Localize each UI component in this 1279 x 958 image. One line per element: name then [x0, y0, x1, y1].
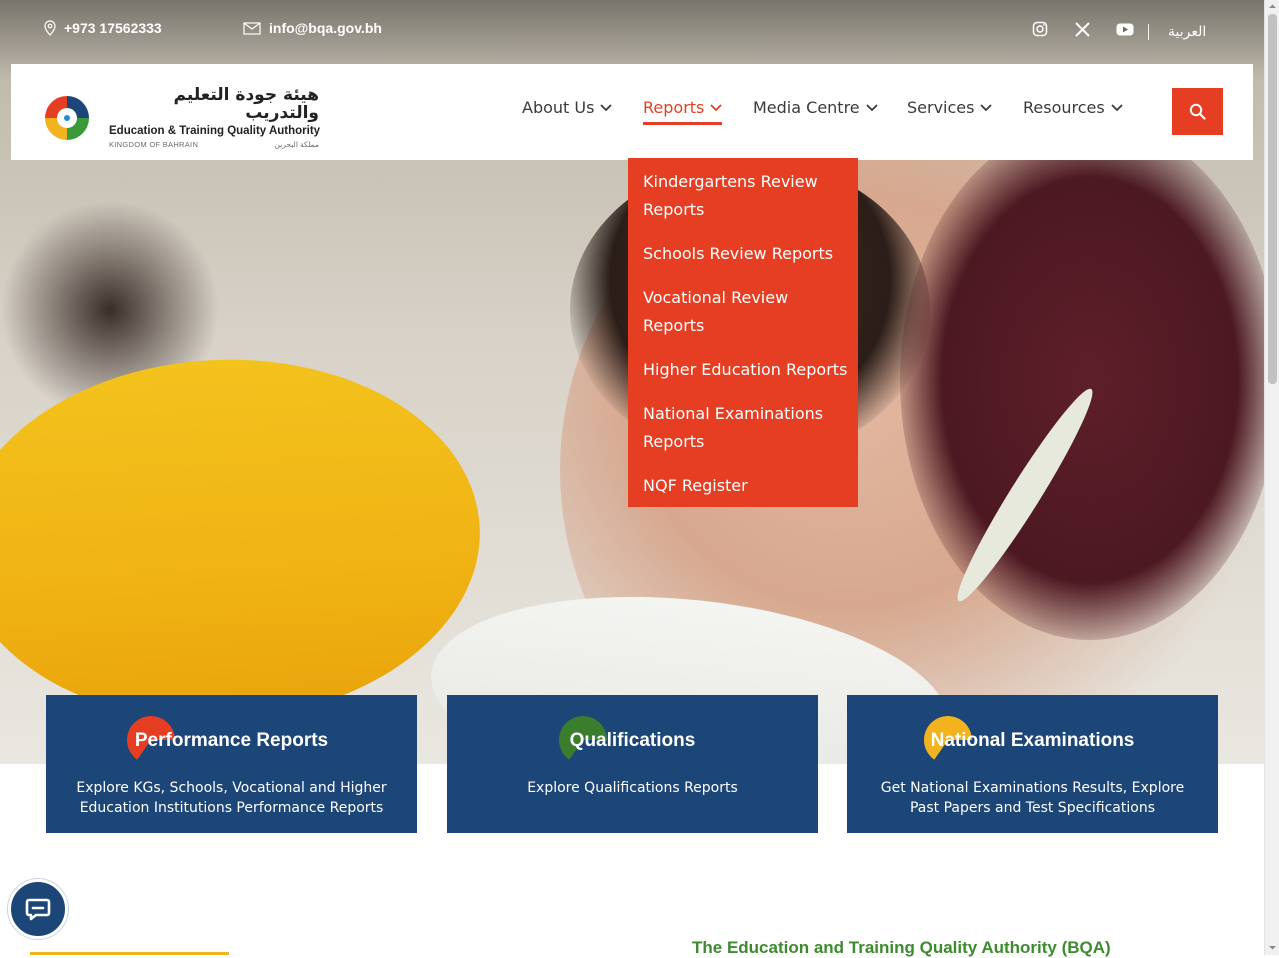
chevron-down-icon [600, 103, 613, 112]
card-national-examinations[interactable]: National Examinations Get National Exami… [847, 695, 1218, 833]
card-description: Explore KGs, Schools, Vocational and Hig… [76, 780, 387, 816]
chat-icon [25, 898, 51, 921]
card-title: National Examinations [930, 730, 1135, 751]
reports-dropdown-menu: Kindergartens Review Reports Schools Rev… [628, 158, 858, 507]
x-icon[interactable] [1071, 18, 1093, 40]
language-switch[interactable]: العربية [1168, 24, 1206, 40]
instagram-icon[interactable] [1029, 18, 1051, 40]
main-header: هيئة جودة التعليم والتدريب Education & T… [11, 64, 1253, 160]
nav-services[interactable]: Services [907, 98, 993, 117]
page-scrollbar[interactable] [1264, 0, 1279, 955]
nav-label: Resources [1023, 98, 1105, 117]
card-qualifications[interactable]: Qualifications Explore Qualifications Re… [447, 695, 818, 833]
email-link[interactable]: info@bqa.gov.bh [243, 20, 382, 36]
active-underline [643, 122, 723, 125]
chevron-down-icon [980, 103, 993, 112]
card-description: Explore Qualifications Reports [527, 780, 738, 796]
menu-item-vocational-review-reports[interactable]: Vocational Review Reports [643, 284, 848, 340]
youtube-icon[interactable] [1114, 18, 1136, 40]
chat-button[interactable] [8, 879, 68, 939]
menu-item-national-examinations-reports[interactable]: National Examinations Reports [643, 400, 848, 456]
location-pin-icon [44, 20, 56, 36]
scroll-down-arrow-icon[interactable] [1268, 943, 1277, 952]
menu-item-nqf-register[interactable]: NQF Register [643, 472, 848, 500]
divider [1148, 24, 1149, 40]
chevron-down-icon [1111, 103, 1123, 112]
phone-number: +973 17562333 [64, 20, 162, 36]
bqa-logo-icon [45, 95, 89, 140]
nav-resources[interactable]: Resources [1023, 98, 1123, 117]
card-performance-reports[interactable]: Performance Reports Explore KGs, Schools… [46, 695, 417, 833]
nav-about-us[interactable]: About Us [522, 98, 613, 117]
section-heading: The Education and Training Quality Autho… [692, 938, 1111, 957]
menu-item-higher-education-reports[interactable]: Higher Education Reports [643, 356, 848, 384]
card-title: Qualifications [569, 730, 696, 751]
logo-country-ar: مملكة البحرين [274, 140, 319, 149]
logo-country-en: KINGDOM OF BAHRAIN [109, 140, 199, 149]
card-description: Get National Examinations Results, Explo… [880, 780, 1185, 816]
nav-label: Services [907, 98, 975, 117]
envelope-icon [243, 21, 261, 35]
logo-arabic-name: هيئة جودة التعليم والتدريب [173, 85, 319, 123]
top-contact-bar: +973 17562333 info@bqa.gov.bh العربية [0, 14, 1264, 50]
nav-label: About Us [522, 98, 595, 117]
card-title: Performance Reports [134, 730, 329, 751]
email-address: info@bqa.gov.bh [269, 20, 382, 36]
nav-reports[interactable]: Reports [643, 98, 723, 125]
menu-item-schools-review-reports[interactable]: Schools Review Reports [643, 240, 848, 268]
nav-media-centre[interactable]: Media Centre [753, 98, 878, 117]
menu-item-kindergartens-review-reports[interactable]: Kindergartens Review Reports [643, 168, 848, 224]
nav-label: Reports [643, 98, 705, 117]
site-logo[interactable]: هيئة جودة التعليم والتدريب Education & T… [41, 85, 321, 149]
nav-label: Media Centre [753, 98, 860, 117]
scrollbar-thumb[interactable] [1268, 14, 1277, 384]
search-icon [1189, 103, 1206, 120]
scroll-up-arrow-icon[interactable] [1268, 2, 1277, 11]
search-button[interactable] [1172, 88, 1223, 135]
chevron-down-icon [866, 103, 878, 112]
logo-english-name: Education & Training Quality Authority [109, 125, 321, 137]
phone-link[interactable]: +973 17562333 [44, 20, 162, 36]
chevron-down-icon [710, 103, 723, 112]
